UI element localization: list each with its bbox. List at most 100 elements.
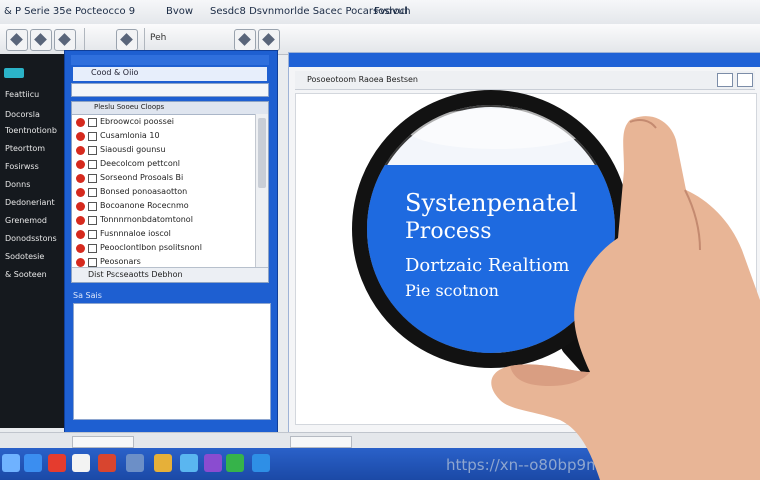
magnified-subtitle: Process <box>405 219 492 244</box>
address-field[interactable] <box>71 83 269 97</box>
checkbox[interactable] <box>88 146 97 155</box>
list-item[interactable]: Peooclontlbon psolitsnonl <box>72 242 250 255</box>
status-dot-icon <box>76 132 85 141</box>
list-item[interactable]: Sorseond Prosoals Bi <box>72 172 250 185</box>
status-dot-icon <box>76 118 85 127</box>
sidebar-item[interactable]: Donns <box>5 180 30 189</box>
window-subtitle: Posoeotoom Raoea Bestsen <box>307 75 418 84</box>
status-dot-icon <box>76 216 85 225</box>
taskbar-app-icon[interactable] <box>48 454 66 472</box>
checkbox[interactable] <box>88 258 97 267</box>
list-item-label: Cusamlonia 10 <box>100 131 160 140</box>
window-subbar: Posoeotoom Raoea Bestsen <box>295 71 755 90</box>
checkbox[interactable] <box>88 160 97 169</box>
taskbar-app-icon[interactable] <box>204 454 222 472</box>
checkbox[interactable] <box>88 188 97 197</box>
list-item-label: Sorseond Prosoals Bi <box>100 173 184 182</box>
checkbox[interactable] <box>88 244 97 253</box>
list-item-label: Bonsed ponoasaotton <box>100 187 188 196</box>
list-item-label: Fusnnnaloe ioscol <box>100 229 171 238</box>
menu-item-file[interactable]: & P Serie 35e Pocteocco 9 <box>4 6 135 17</box>
sidebar-item[interactable]: Fosirwss <box>5 162 39 171</box>
toolbar-label: Peh <box>150 33 167 43</box>
list-item[interactable]: Tonnnrnonbdatomtonol <box>72 214 250 227</box>
list-item[interactable]: Deecolcom pettconl <box>72 158 250 171</box>
list-item-label: Siaousdi gounsu <box>100 145 166 154</box>
process-panel: Cood & Oiio Pleslu Sooeu Cloops Ebroowco… <box>64 50 278 434</box>
checkbox[interactable] <box>88 230 97 239</box>
list-header-label: Pleslu Sooeu Cloops <box>94 103 165 111</box>
save-button[interactable] <box>54 29 76 51</box>
list-item[interactable]: Siaousdi gounsu <box>72 144 250 157</box>
sidebar: Feattiicu Docorsla Toentnotionb Pteortto… <box>0 54 64 428</box>
checkbox[interactable] <box>88 216 97 225</box>
status-segment <box>72 436 134 448</box>
checkbox[interactable] <box>88 118 97 127</box>
sidebar-item[interactable]: Pteorttom <box>5 144 45 153</box>
sidebar-item[interactable]: Toentnotionb <box>5 126 57 135</box>
process-list: Pleslu Sooeu Cloops Ebroowcoi poossei Cu… <box>71 101 269 283</box>
start-icon[interactable] <box>2 454 20 472</box>
scrollbar[interactable] <box>255 114 268 280</box>
panel-header-label: Cood & Oiio <box>91 68 139 77</box>
refresh-button[interactable] <box>234 29 256 51</box>
app-logo-icon <box>4 68 24 78</box>
details-pane <box>73 303 271 420</box>
taskbar-app-icon[interactable] <box>252 454 270 472</box>
scrollbar-thumb[interactable] <box>258 118 266 188</box>
list-item[interactable]: Fusnnnaloe ioscol <box>72 228 250 241</box>
list-item-label: Peooclontlbon psolitsnonl <box>100 243 202 252</box>
checkbox[interactable] <box>88 174 97 183</box>
list-item-label: Tonnnrnonbdatomtonol <box>100 215 193 224</box>
list-item[interactable]: Bonsed ponoasaotton <box>72 186 250 199</box>
status-dot-icon <box>76 174 85 183</box>
folder-button[interactable] <box>6 29 28 51</box>
taskbar-app-icon[interactable] <box>180 454 198 472</box>
taskbar-app-icon[interactable] <box>24 454 42 472</box>
menu-item-help[interactable]: Fvdvuh <box>374 6 411 17</box>
list-header: Pleslu Sooeu Cloops <box>72 102 268 115</box>
list-footer-label: Dist Pscseaotts Debhon <box>88 270 183 279</box>
sidebar-item[interactable]: Donodsstons <box>5 234 57 243</box>
toolbar-divider <box>84 28 85 50</box>
list-item[interactable]: Ebroowcoi poossei <box>72 116 250 129</box>
status-dot-icon <box>76 244 85 253</box>
status-dot-icon <box>76 188 85 197</box>
window-titlebar <box>289 53 760 67</box>
taskbar-app-icon[interactable] <box>72 454 90 472</box>
list-item[interactable]: Bocoanone Rocecnmo <box>72 200 250 213</box>
window-tool-button[interactable] <box>717 73 733 87</box>
menu-bar: & P Serie 35e Pocteocco 9 Bvow Sesdc8 Ds… <box>0 0 760 25</box>
sidebar-item[interactable]: & Sooteen <box>5 270 47 279</box>
status-dot-icon <box>76 160 85 169</box>
taskbar-app-icon[interactable] <box>126 454 144 472</box>
checkbox[interactable] <box>88 202 97 211</box>
status-dot-icon <box>76 146 85 155</box>
details-label: Sa Sais <box>73 291 102 300</box>
checkbox[interactable] <box>88 132 97 141</box>
status-dot-icon <box>76 230 85 239</box>
taskbar-app-icon[interactable] <box>154 454 172 472</box>
sidebar-item[interactable]: Sodotesie <box>5 252 44 261</box>
list-item-label: Deecolcom pettconl <box>100 159 181 168</box>
hand-image <box>491 116 760 480</box>
sidebar-item[interactable]: Dedoneriant <box>5 198 55 207</box>
panel-header-bar <box>71 55 269 65</box>
status-dot-icon <box>76 258 85 267</box>
list-item[interactable]: Cusamlonia 10 <box>72 130 250 143</box>
settings-button[interactable] <box>258 29 280 51</box>
menu-item-view[interactable]: Bvow <box>166 6 193 17</box>
open-button[interactable] <box>30 29 52 51</box>
taskbar-app-icon[interactable] <box>98 454 116 472</box>
panel-header: Cood & Oiio <box>73 67 267 81</box>
tool-button[interactable] <box>116 29 138 51</box>
toolbar-divider <box>144 28 145 50</box>
status-segment <box>290 436 352 448</box>
list-item-label: Ebroowcoi poossei <box>100 117 174 126</box>
sidebar-item[interactable]: Grenemod <box>5 216 47 225</box>
sidebar-item[interactable]: Feattiicu <box>5 90 39 99</box>
taskbar-app-icon[interactable] <box>226 454 244 472</box>
sidebar-item[interactable]: Docorsla <box>5 110 40 119</box>
window-close-button[interactable] <box>737 73 753 87</box>
list-item-label: Bocoanone Rocecnmo <box>100 201 189 210</box>
